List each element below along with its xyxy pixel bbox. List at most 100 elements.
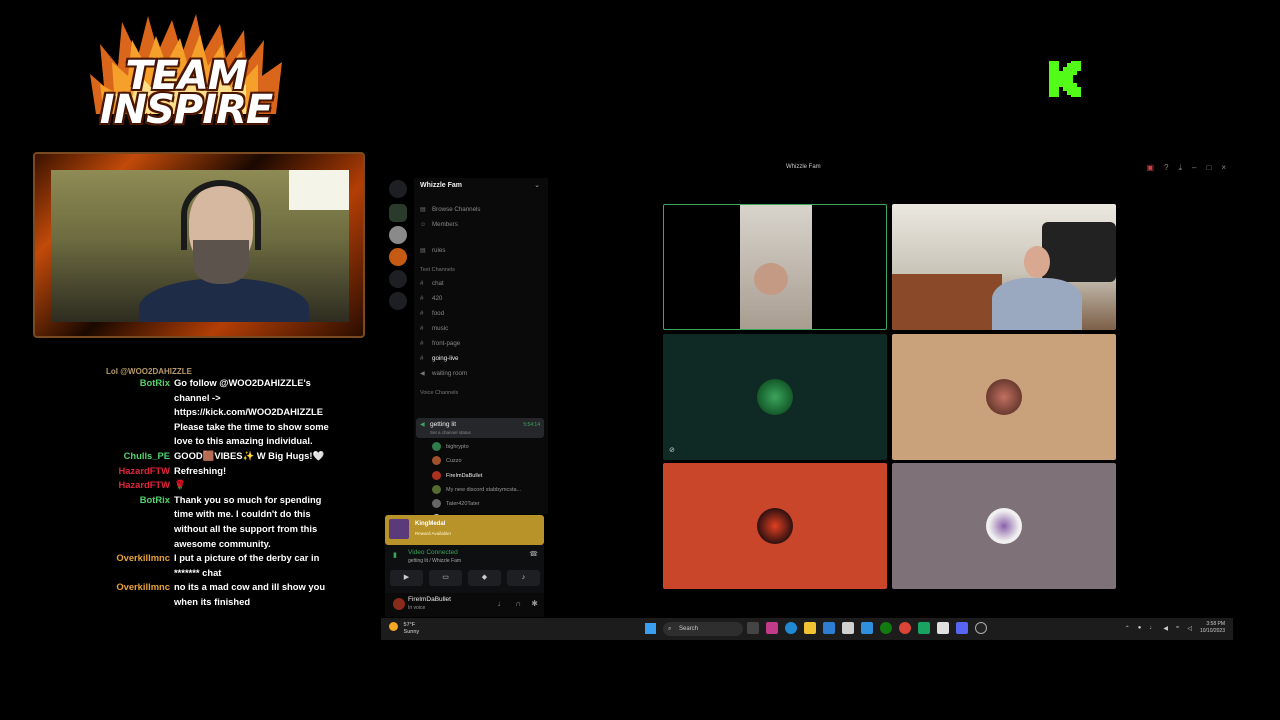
channel-chat[interactable]: # chat [420,280,444,287]
chat-message: BotRix Thank you so much for spending tim… [100,493,340,551]
video-tile-5[interactable] [663,463,887,589]
members[interactable]: ☺ Members [420,221,458,228]
reward-banner[interactable]: KingMedal Reward Available! [385,515,544,545]
server-icon-2[interactable] [389,226,407,244]
app-icon-4[interactable] [918,622,930,634]
channel-front-page[interactable]: # front-page [420,340,460,347]
chrome-icon[interactable] [899,622,911,634]
add-server-icon[interactable] [389,270,407,288]
text-channels-header[interactable]: Text Channels [420,267,455,273]
headphones-icon[interactable]: ∩ [516,599,522,608]
reward-title: KingMedal [415,521,446,527]
video-desk [892,274,1002,330]
download-icon[interactable]: ⤓ [1178,163,1182,173]
voice-channel-status[interactable]: Set a channel status [430,430,471,435]
voice-channel-timer: 5:54:14 [523,422,540,428]
members-label: Members [432,221,458,228]
server-name[interactable]: Whizzle Fam [420,182,462,189]
channel-waiting-room[interactable]: ◀ waiting room [420,370,467,377]
video-tile-4[interactable] [892,334,1116,460]
channel-rules[interactable]: ▤ rules [420,247,445,254]
chat-username[interactable]: Overkillmnc [100,580,174,609]
signal-icon[interactable]: ▮ [393,551,397,559]
close-button[interactable]: × [1221,163,1226,173]
settings-gear-icon[interactable]: ✱ [531,599,538,608]
microphone-icon[interactable]: ♩ [498,599,506,608]
video-tile-1[interactable] [663,204,887,330]
speaker-icon[interactable]: ◀ [1163,625,1168,632]
chat-username[interactable]: HazardFTW [100,478,174,493]
video-tile-6[interactable] [892,463,1116,589]
soundboard-button[interactable]: ♪ [507,570,540,586]
channel-sidebar: Whizzle Fam ⌄ ▤ Browse Channels ☺ Members … [414,178,548,523]
volume-icon[interactable]: ◁ [1187,625,1192,632]
edge-icon[interactable] [785,622,797,634]
inbox-icon[interactable]: ▣ [1146,163,1154,173]
speaker-icon: ◀ [420,422,425,428]
chat-username[interactable]: Chulls_PE [100,449,174,464]
discord-home-icon[interactable] [389,180,407,198]
browse-channels[interactable]: ▤ Browse Channels [420,206,481,213]
server-icon-1[interactable] [389,204,407,222]
help-icon[interactable]: ? [1164,163,1168,173]
channel-food[interactable]: # food [420,310,444,317]
windows-taskbar: 57°F Sunny ⌕ Search ⌃ ● ♩ ◀ ≈ ◁ 3:58 PM … [381,618,1233,640]
hash-icon: # [420,325,424,332]
discord-icon[interactable] [956,622,968,634]
minimize-button[interactable]: – [1192,163,1196,173]
server-icon-3[interactable] [389,248,407,266]
task-view-icon[interactable] [747,622,759,634]
user-avatar [432,442,441,451]
xbox-icon[interactable] [880,622,892,634]
app-icon-1[interactable] [766,622,778,634]
app-icon-2[interactable] [842,622,854,634]
user-avatar[interactable] [393,598,405,610]
store-icon[interactable] [823,622,835,634]
user-status: In voice [408,605,426,611]
chat-username[interactable]: Overkillmnc [100,551,174,580]
chat-username[interactable]: HazardFTW [100,464,174,479]
voice-connected-location[interactable]: getting lit / Whizzle Fam [408,558,461,564]
streamer-body [139,278,309,322]
chevron-down-icon[interactable]: ⌄ [534,181,540,189]
weather-widget[interactable]: 57°F Sunny [389,622,419,636]
voice-channel-getting-lit[interactable]: ◀ getting lit Set a channel status 5:54:… [416,418,544,438]
taskbar-apps [747,622,987,634]
channel-420[interactable]: #420 [420,295,442,302]
camera-button[interactable]: ▶ [390,570,423,586]
user-name: FireImDaBullet [408,596,451,603]
voice-user[interactable]: My new discord stabbymcsta... [432,484,521,494]
voice-connection-panel: ▮ Video Connected getting lit / Whizzle … [385,545,544,593]
search-icon: ⌕ [668,626,672,632]
windows-start-icon[interactable] [645,623,656,634]
voice-user[interactable]: FireImDaBullet [432,470,482,480]
wifi-icon[interactable]: ≈ [1176,625,1179,631]
disconnect-icon[interactable]: ☎ [529,550,538,558]
mic-icon[interactable]: ♩ [1149,625,1155,631]
activity-button[interactable]: ◆ [468,570,501,586]
maximize-button[interactable]: □ [1206,163,1211,173]
channel-music[interactable]: # music [420,325,448,332]
chat-username[interactable]: BotRix [100,376,174,449]
app-icon-3[interactable] [861,622,873,634]
video-tile-2[interactable] [892,204,1116,330]
video-tile-3[interactable]: ⊘ [663,334,887,460]
app-icon-5[interactable] [937,622,949,634]
voice-user[interactable]: Tater420Tater [432,499,480,509]
explore-icon[interactable] [389,292,407,310]
system-clock[interactable]: 3:58 PM 10/10/2023 [1200,621,1225,635]
screen-share-button[interactable]: ▭ [429,570,462,586]
taskbar-search[interactable]: ⌕ Search [663,622,743,636]
app-tray-icon[interactable]: ● [1138,625,1142,631]
voice-user[interactable]: Cuzzo [432,456,462,466]
file-explorer-icon[interactable] [804,622,816,634]
obs-icon[interactable] [975,622,987,634]
voice-user[interactable]: bighrypto [432,442,469,451]
team-inspire-logo: TEAM INSPIRE [86,14,286,130]
chat-username[interactable]: BotRix [100,493,174,551]
channel-going-live[interactable]: # going-live [420,355,458,362]
voice-channels-header[interactable]: Voice Channels [420,390,458,396]
chevron-up-icon[interactable]: ⌃ [1125,625,1130,632]
chat-message: BotRix Go follow @WOO2DAHIZZLE's channel … [100,376,340,449]
video-feed-face [754,263,788,295]
